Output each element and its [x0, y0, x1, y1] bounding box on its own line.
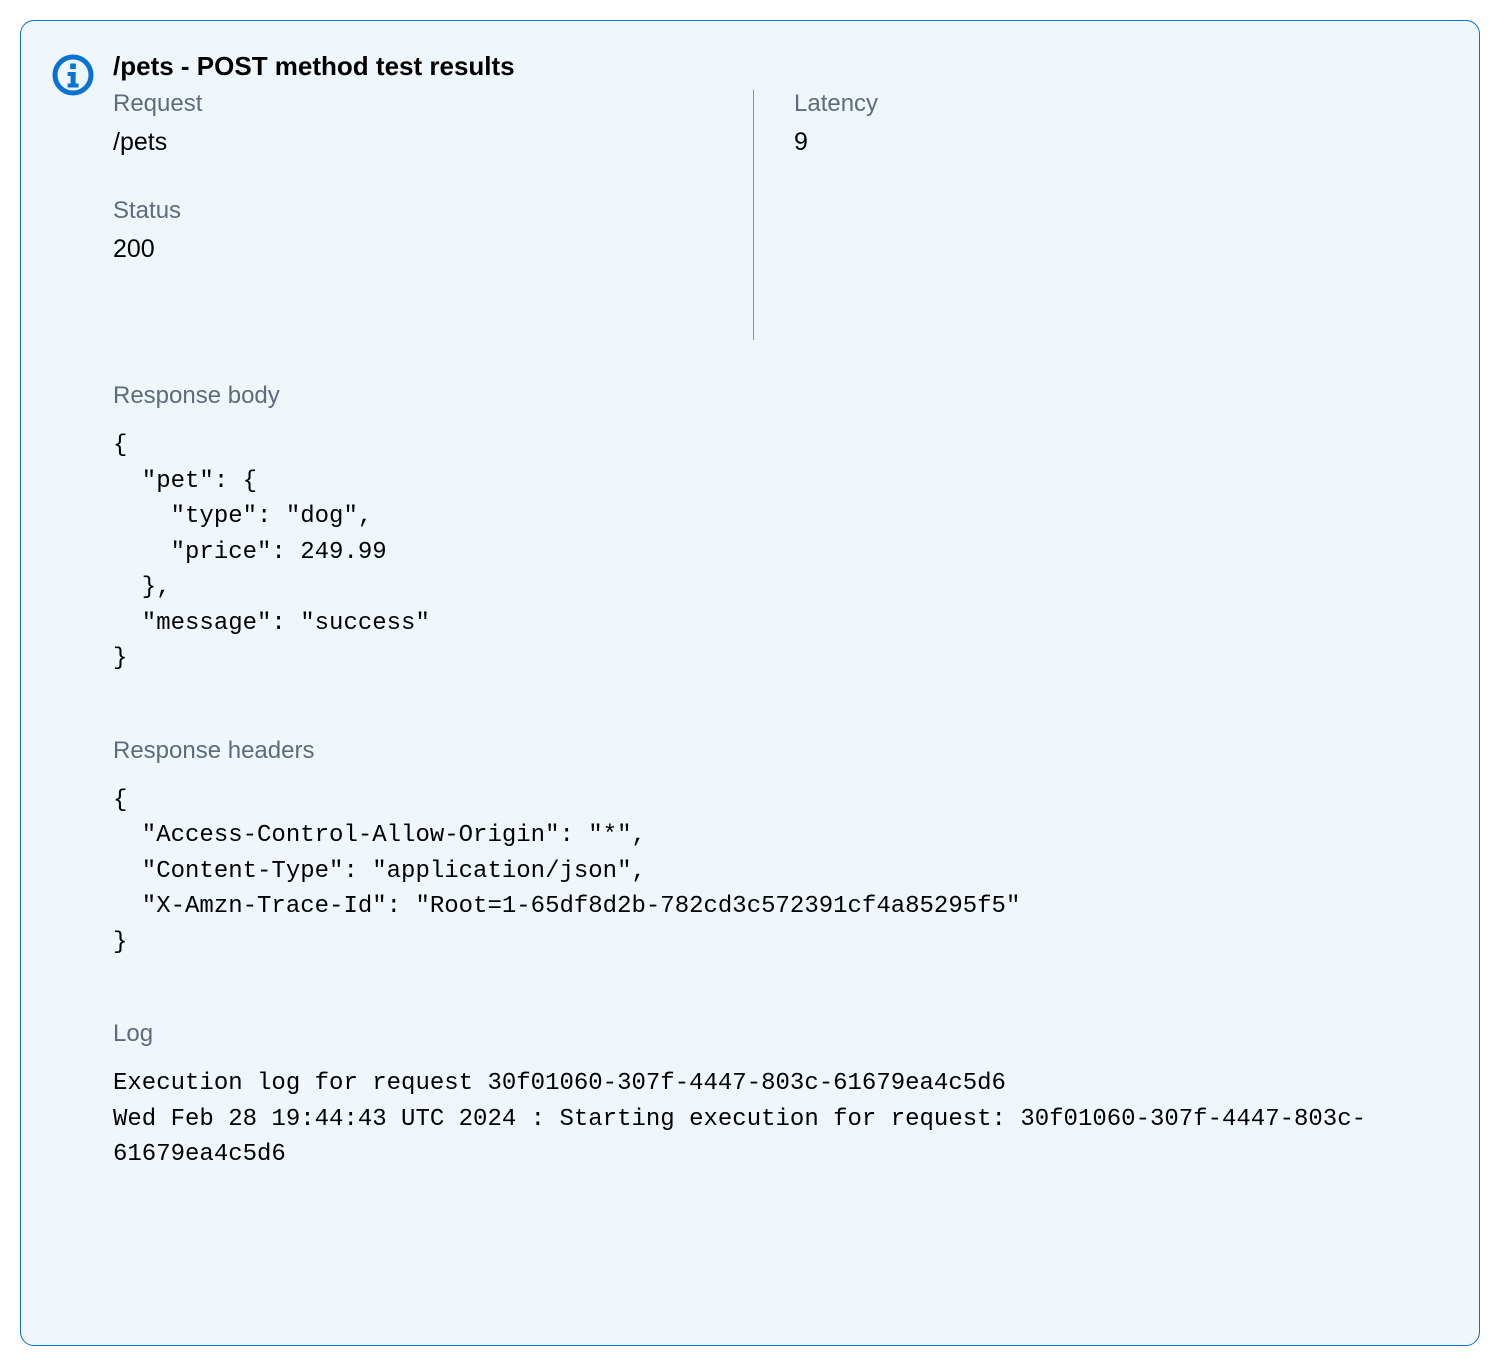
response-headers-label: Response headers	[113, 737, 1439, 765]
response-body-value: { "pet": { "type": "dog", "price": 249.9…	[113, 428, 1439, 677]
latency-label: Latency	[794, 90, 878, 118]
info-icon	[51, 53, 95, 97]
log-value: Execution log for request 30f01060-307f-…	[113, 1066, 1439, 1173]
status-meta: Status 200	[113, 197, 713, 264]
content-body: Response body { "pet": { "type": "dog", …	[51, 382, 1439, 1173]
panel-header: /pets - POST method test results Request…	[51, 51, 1439, 340]
status-value: 200	[113, 235, 713, 264]
log-section: Log Execution log for request 30f01060-3…	[113, 1020, 1439, 1173]
test-results-panel: /pets - POST method test results Request…	[20, 20, 1480, 1346]
response-headers-value: { "Access-Control-Allow-Origin": "*", "C…	[113, 783, 1439, 961]
latency-value: 9	[794, 128, 878, 157]
log-label: Log	[113, 1020, 1439, 1048]
meta-col-left: Request /pets Status 200	[113, 90, 753, 340]
meta-col-right: Latency 9	[753, 90, 878, 340]
header-content: /pets - POST method test results Request…	[113, 51, 1439, 340]
response-body-label: Response body	[113, 382, 1439, 410]
response-headers-section: Response headers { "Access-Control-Allow…	[113, 737, 1439, 961]
meta-grid: Request /pets Status 200 Latency 9	[113, 90, 1439, 340]
response-body-section: Response body { "pet": { "type": "dog", …	[113, 382, 1439, 677]
panel-title: /pets - POST method test results	[113, 51, 1439, 82]
request-label: Request	[113, 90, 713, 118]
request-meta: Request /pets	[113, 90, 713, 157]
latency-meta: Latency 9	[794, 90, 878, 157]
status-label: Status	[113, 197, 713, 225]
request-value: /pets	[113, 128, 713, 157]
